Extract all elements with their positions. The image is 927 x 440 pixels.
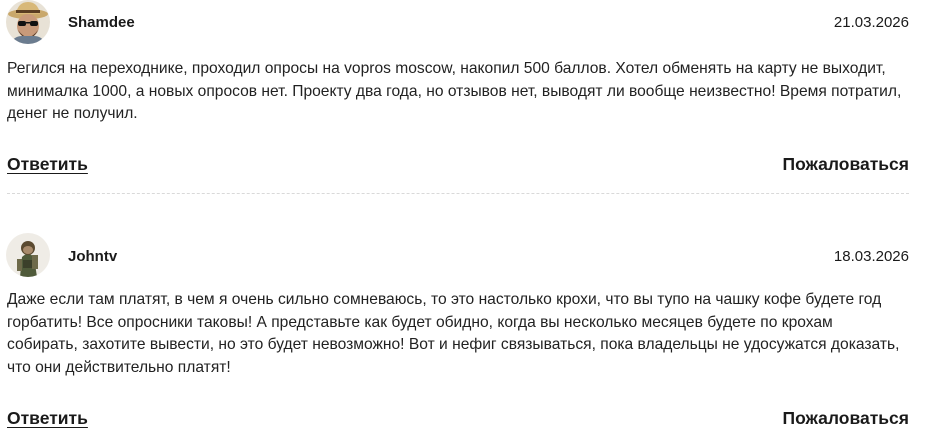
- comments-list: Shamdee 21.03.2026 Регился на переходник…: [0, 0, 927, 440]
- comment-header: Shamdee 21.03.2026: [0, 0, 927, 46]
- user-avatar-icon[interactable]: [6, 0, 50, 44]
- comment-text: Регился на переходнике, проходил опросы …: [7, 60, 902, 122]
- comment-author: Johntv: [68, 248, 118, 265]
- comment-text: Даже если там платят, в чем я очень силь…: [7, 291, 900, 376]
- reply-button[interactable]: Ответить: [7, 154, 88, 175]
- comment-item: Shamdee 21.03.2026 Регился на переходник…: [0, 0, 927, 195]
- report-button[interactable]: Пожаловаться: [783, 154, 910, 175]
- comment-date: 18.03.2026: [833, 248, 909, 265]
- report-button[interactable]: Пожаловаться: [783, 408, 910, 429]
- comment-date: 21.03.2026: [833, 14, 909, 31]
- comment-author: Shamdee: [68, 14, 135, 31]
- comment-item: Johntv 18.03.2026 Даже если там платят, …: [0, 232, 927, 440]
- comment-divider: [7, 193, 909, 194]
- user-avatar-icon[interactable]: [6, 233, 50, 277]
- comment-header: Johntv 18.03.2026: [0, 232, 927, 278]
- reply-button[interactable]: Ответить: [7, 408, 88, 429]
